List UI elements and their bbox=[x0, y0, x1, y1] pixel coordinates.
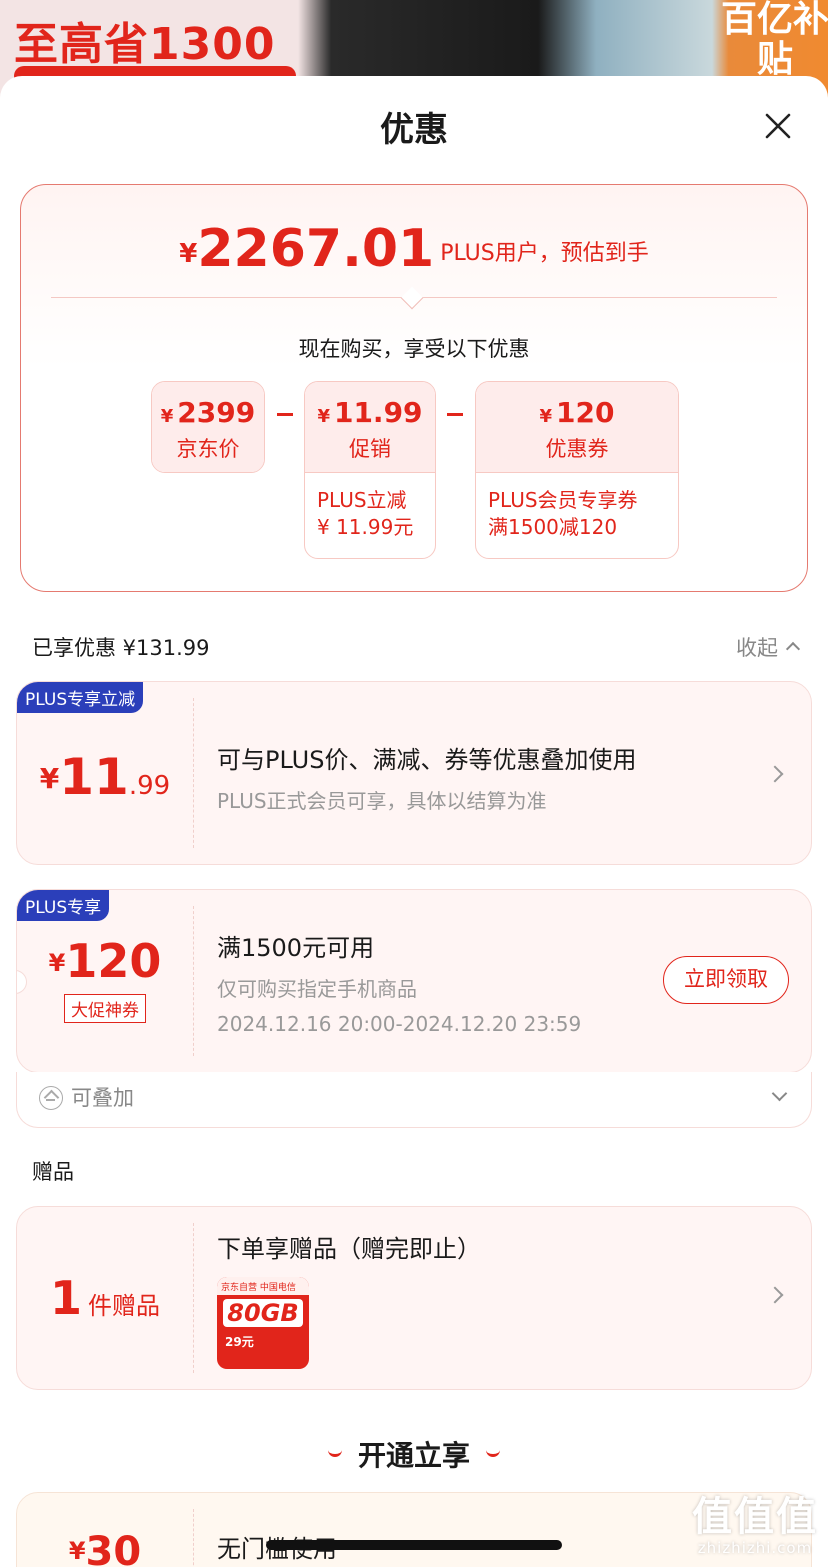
watermark: 值值值 zhizhizhi.com bbox=[692, 1495, 818, 1557]
coupon-subtitle: 仅可购买指定手机商品 bbox=[217, 977, 417, 1001]
enjoyed-discount-label: 已享优惠 ¥131.99 bbox=[32, 636, 210, 660]
watermark-logo: 值值值 bbox=[692, 1494, 818, 1540]
collapse-label: 收起 bbox=[736, 636, 778, 660]
summary-subtitle: 现在购买，享受以下优惠 bbox=[298, 337, 530, 361]
card-separator bbox=[193, 1223, 194, 1373]
chevron-right-icon bbox=[766, 765, 784, 783]
price-summary-card: ¥2267.01 PLUS用户，预估到手 现在购买，享受以下优惠 ¥2399 京东价… bbox=[20, 184, 808, 592]
open-title: 开通立享 bbox=[357, 1439, 470, 1472]
smile-icon bbox=[327, 1450, 342, 1457]
final-price-suffix: PLUS用户，预估到手 bbox=[440, 241, 649, 266]
gift-count-unit: 件赠品 bbox=[88, 1292, 160, 1320]
plus-discount-dec: .99 bbox=[128, 771, 171, 801]
smile-icon bbox=[486, 1450, 500, 1457]
chevron-up-icon bbox=[785, 641, 801, 657]
promo-amount: 11.99 bbox=[333, 396, 423, 429]
price-box-jd: ¥2399 京东价 bbox=[151, 381, 265, 473]
minus-sign bbox=[277, 413, 293, 416]
final-price: ¥2267.01 PLUS用户，预估到手 bbox=[21, 219, 807, 279]
coupon-validity: 2024.12.16 20:00-2024.12.20 23:59 bbox=[217, 1012, 582, 1036]
currency-symbol: ¥ bbox=[179, 239, 198, 269]
card-separator bbox=[193, 698, 194, 848]
gift-sim-card-image: 京东自营 中国电信 80GB 29元 bbox=[217, 1277, 309, 1369]
sheet-header: 优惠 bbox=[0, 76, 828, 176]
watermark-url: zhizhizhi.com bbox=[697, 1539, 813, 1557]
big-promo-badge: 大促神券 bbox=[64, 994, 146, 1023]
open-membership-heading: 开通立享 bbox=[0, 1434, 828, 1474]
chevron-right-icon bbox=[766, 1286, 784, 1304]
promo-note-2: ¥ 11.99元 bbox=[317, 515, 414, 539]
plus-discount-card[interactable]: PLUS专享立减 ¥11.99 可与PLUS价、满减、券等优惠叠加使用 PLUS… bbox=[16, 681, 812, 865]
jd-price-label: 京东价 bbox=[176, 437, 240, 461]
home-indicator[interactable] bbox=[266, 1540, 562, 1550]
promo-label: 促销 bbox=[349, 437, 391, 461]
plus-discount-subtitle: PLUS正式会员可享，具体以结算为准 bbox=[217, 789, 547, 813]
collapse-button[interactable]: 收起 bbox=[736, 632, 801, 662]
coupon-value: 120 bbox=[65, 934, 162, 988]
gift-card-capacity: 80GB bbox=[223, 1299, 303, 1327]
coupon-title: 满1500元可用 bbox=[217, 934, 375, 962]
banner-text: 至高省1300 bbox=[14, 19, 276, 70]
gift-section-title: 赠品 bbox=[32, 1160, 74, 1184]
membership-coupon-amount: 30 bbox=[85, 1529, 142, 1567]
stackable-row[interactable]: 可叠加 bbox=[16, 1072, 812, 1128]
gift-title: 下单享赠品（赠完即止） bbox=[217, 1235, 481, 1263]
close-icon[interactable] bbox=[764, 112, 792, 140]
stack-icon bbox=[39, 1086, 63, 1110]
coupon-note-2: 满1500减120 bbox=[488, 515, 618, 539]
card-separator bbox=[193, 906, 194, 1056]
promo-note-1: PLUS立减 bbox=[317, 488, 407, 512]
subsidy-badge: 百亿补贴 bbox=[720, 0, 828, 80]
gift-card-brand: 京东自营 中国电信 bbox=[217, 1277, 309, 1295]
gift-card[interactable]: 1 件赠品 下单享赠品（赠完即止） 京东自营 中国电信 80GB 29元 bbox=[16, 1206, 812, 1390]
price-box-promo: ¥11.99 促销 PLUS立减 ¥ 11.99元 bbox=[304, 381, 436, 559]
stackable-label: 可叠加 bbox=[71, 1086, 134, 1110]
coupon-label: 优惠券 bbox=[545, 437, 609, 461]
price-box-coupon: ¥120 优惠券 PLUS会员专享券 满1500减120 bbox=[475, 381, 679, 559]
coupon-amount: 120 bbox=[556, 396, 615, 429]
card-separator bbox=[193, 1509, 194, 1567]
gift-card-price: 29元 bbox=[225, 1335, 254, 1349]
minus-sign bbox=[447, 413, 463, 416]
coupon-note-1: PLUS会员专享券 bbox=[488, 488, 638, 512]
coupon-card: PLUS专享 ¥120 大促神券 满1500元可用 仅可购买指定手机商品 202… bbox=[16, 889, 812, 1073]
plus-discount-int: 11 bbox=[59, 748, 129, 806]
claim-coupon-button[interactable]: 立即领取 bbox=[663, 956, 789, 1004]
divider-caret bbox=[400, 286, 424, 310]
chevron-down-icon bbox=[771, 1085, 788, 1102]
plus-tag: PLUS专享立减 bbox=[17, 682, 144, 713]
gift-count: 1 bbox=[49, 1271, 82, 1325]
plus-exclusive-tag: PLUS专享 bbox=[17, 890, 110, 921]
final-price-value: 2267.01 bbox=[197, 219, 435, 279]
plus-discount-title: 可与PLUS价、满减、券等优惠叠加使用 bbox=[217, 746, 637, 774]
sheet-title: 优惠 bbox=[380, 110, 448, 150]
jd-price-amount: 2399 bbox=[177, 396, 256, 429]
